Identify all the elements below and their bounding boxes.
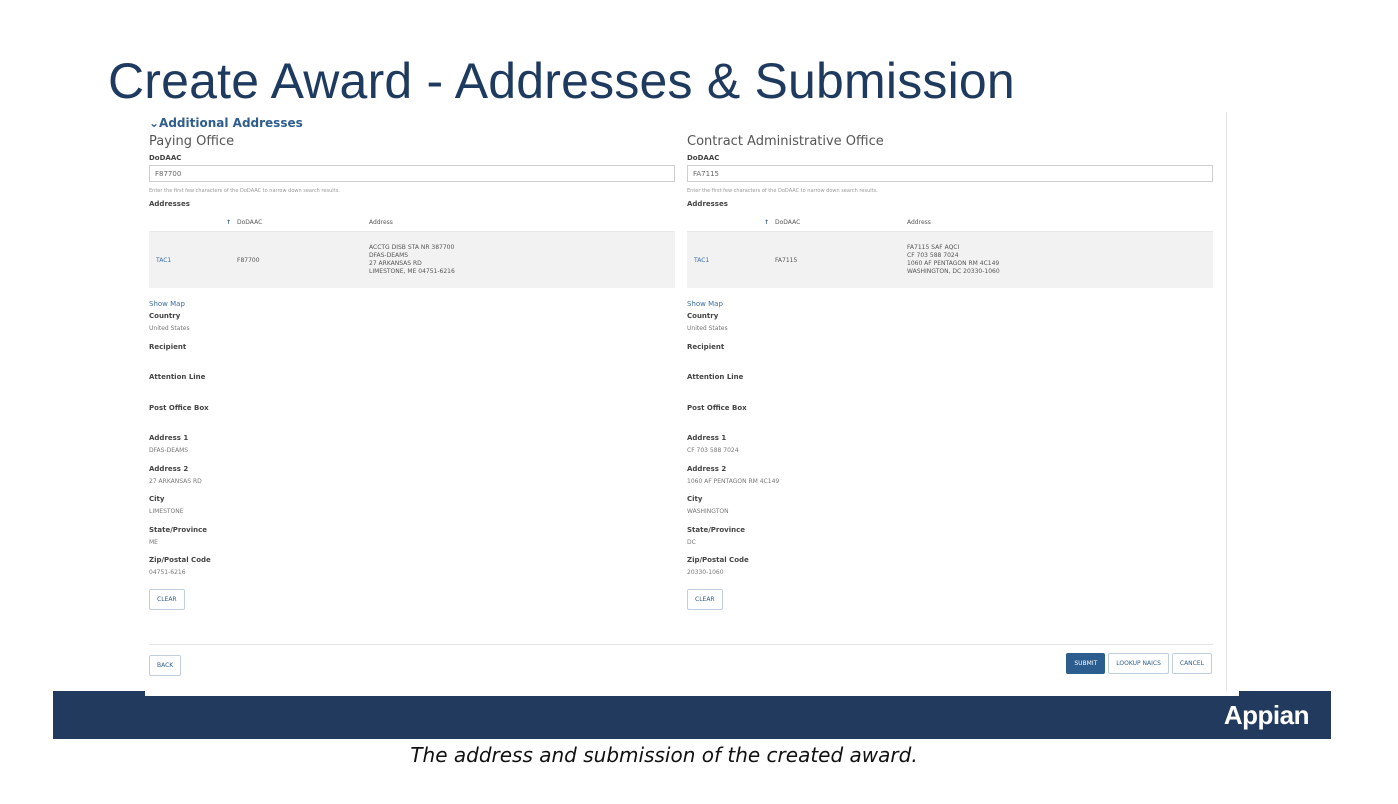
recipient-label: Recipient [687, 342, 725, 351]
row-key-link[interactable]: TAC1 [149, 257, 237, 264]
row-address: FA7115 SAF AQCI CF 703 588 7024 1060 AF … [907, 244, 1213, 276]
address-line: FA7115 SAF AQCI [907, 244, 960, 251]
submit-button[interactable]: SUBMIT [1066, 653, 1106, 674]
address2-label: Address 2 [149, 464, 189, 473]
dodaac-label: DoDAAC [149, 154, 182, 162]
attention-line-label: Attention Line [149, 373, 206, 381]
zip-value: 04751-6216 [149, 569, 186, 576]
address1-label: Address 1 [687, 434, 727, 442]
address2-label: Address 2 [687, 464, 727, 473]
cancel-button[interactable]: CANCEL [1171, 653, 1212, 674]
zip-value: 20330-1060 [687, 569, 724, 576]
country-label: Country [687, 312, 719, 320]
paying-office-title: Paying Office [149, 134, 235, 149]
city-label: City [149, 495, 165, 503]
attention-line-label: Attention Line [687, 373, 744, 381]
state-value: ME [149, 538, 158, 546]
address-line: WASHINGTON, DC 20330-1060 [907, 268, 1000, 275]
addresses-label: Addresses [687, 200, 728, 208]
city-value: WASHINGTON [687, 508, 729, 515]
dodaac-label: DoDAAC [687, 154, 720, 162]
slide-caption: The address and submission of the create… [410, 743, 918, 767]
row-dodaac: FA7115 [775, 256, 798, 264]
state-label: State/Province [149, 525, 207, 534]
grid-header-dodaac[interactable]: DoDAAC [775, 219, 907, 226]
lookup-naics-button[interactable]: LOOKUP NAICS [1108, 653, 1169, 674]
address-line: CF 703 588 7024 [907, 252, 959, 259]
paying-clear-button[interactable]: CLEAR [149, 588, 185, 610]
addresses-label: Addresses [149, 200, 190, 208]
back-button[interactable]: BACK [149, 655, 182, 676]
address-line: DFAS-DEAMS [369, 252, 409, 259]
footer-notch [145, 691, 1239, 696]
country-value: United States [687, 325, 728, 332]
state-label: State/Province [687, 525, 745, 534]
admin-office-title: Contract Administrative Office [687, 134, 884, 149]
paying-address-grid: ↑ DoDAAC Address TAC1 F87700 ACCTG DISB … [149, 214, 675, 288]
award-form: ⌄Additional Addresses Paying Office DoDA… [145, 112, 1227, 695]
table-row[interactable]: TAC1 F87700 ACCTG DISB STA NR 387700 DFA… [149, 232, 675, 288]
appian-logo: Appian [1223, 700, 1310, 730]
admin-clear-button[interactable]: CLEAR [687, 588, 723, 610]
form-actions: SUBMIT LOOKUP NAICS CANCEL [1066, 653, 1212, 674]
row-dodaac: F87700 [237, 256, 260, 264]
dodaac-instructions: Enter the first few characters of the Do… [687, 188, 878, 194]
form-divider [149, 644, 1213, 645]
admin-address-grid: ↑ DoDAAC Address TAC1 FA7115 FA7115 SAF … [687, 214, 1213, 288]
table-row[interactable]: TAC1 FA7115 FA7115 SAF AQCI CF 703 588 7… [687, 232, 1213, 288]
po-box-label: Post Office Box [149, 403, 209, 412]
zip-label: Zip/Postal Code [687, 556, 749, 564]
grid-header-address[interactable]: Address [369, 219, 675, 227]
country-label: Country [149, 312, 181, 320]
paying-office-column: Paying Office DoDAAC F87700 Enter the fi… [149, 134, 675, 610]
admin-address-details: Country United States Recipient Attention… [687, 311, 1213, 586]
zip-label: Zip/Postal Code [149, 556, 211, 564]
paying-address-details: Country United States Recipient Attention… [149, 311, 675, 586]
state-value: DC [687, 538, 696, 546]
address1-value: DFAS-DEAMS [149, 447, 189, 454]
paying-dodaac-input[interactable]: F87700 [149, 165, 675, 182]
country-value: United States [149, 325, 190, 332]
grid-header-dodaac[interactable]: DoDAAC [237, 219, 369, 226]
additional-addresses-toggle[interactable]: ⌄Additional Addresses [149, 116, 303, 130]
address1-label: Address 1 [149, 434, 189, 442]
address2-value: 1060 AF PENTAGON RM 4C149 [687, 477, 780, 485]
slide-title: Create Award - Addresses & Submission [108, 53, 1015, 109]
city-label: City [687, 495, 703, 503]
show-map-link[interactable]: Show Map [149, 300, 675, 308]
admin-office-column: Contract Administrative Office DoDAAC FA… [687, 134, 1213, 610]
show-map-link[interactable]: Show Map [687, 300, 1213, 308]
admin-dodaac-input[interactable]: FA7115 [687, 165, 1213, 182]
footer-bar: Appian [53, 691, 1331, 739]
city-value: LIMESTONE [149, 508, 184, 515]
row-key-link[interactable]: TAC1 [687, 257, 775, 264]
sort-arrow-icon[interactable]: ↑ [226, 219, 231, 226]
address-line: 1060 AF PENTAGON RM 4C149 [907, 260, 1000, 267]
grid-header: ↑ DoDAAC Address [149, 214, 675, 232]
po-box-label: Post Office Box [687, 403, 747, 412]
address1-value: CF 703 588 7024 [687, 447, 739, 454]
grid-header: ↑ DoDAAC Address [687, 214, 1213, 232]
row-address: ACCTG DISB STA NR 387700 DFAS-DEAMS 27 A… [369, 244, 675, 276]
sort-arrow-icon[interactable]: ↑ [764, 219, 769, 226]
address-line: LIMESTONE, ME 04751-6216 [369, 268, 455, 275]
dodaac-instructions: Enter the first few characters of the Do… [149, 188, 340, 194]
address2-value: 27 ARKANSAS RD [149, 477, 202, 485]
address-line: ACCTG DISB STA NR 387700 [369, 244, 455, 251]
address-line: 27 ARKANSAS RD [369, 260, 422, 267]
grid-header-address[interactable]: Address [907, 219, 1213, 227]
recipient-label: Recipient [149, 342, 187, 351]
